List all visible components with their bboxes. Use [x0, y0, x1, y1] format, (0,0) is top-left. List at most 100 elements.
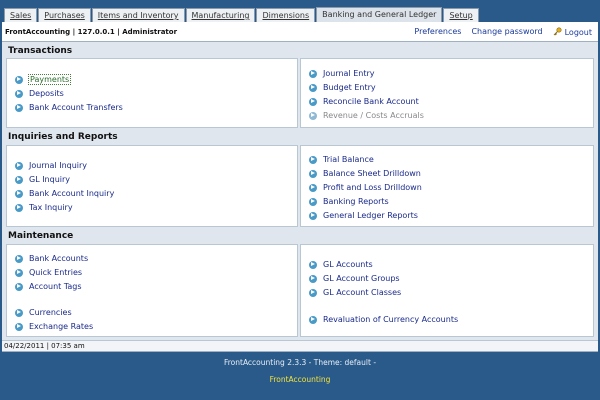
tab-sales[interactable]: Sales	[4, 8, 38, 22]
arrow-icon	[15, 322, 23, 331]
arrow-icon	[309, 288, 317, 297]
menu-item-label: Exchange Rates	[29, 322, 94, 331]
footer-link[interactable]: FrontAccounting	[2, 375, 598, 384]
arrow-icon	[309, 97, 317, 106]
menu-item-label: Profit and Loss Drilldown	[323, 183, 422, 192]
arrow-icon	[309, 274, 317, 283]
logout-label: Logout	[564, 27, 592, 37]
menu-item-label: Revaluation of Currency Accounts	[323, 315, 459, 324]
menu-item-banking-reports[interactable]: Banking Reports	[309, 197, 389, 206]
status-bar: 04/22/2011 | 07:35 am	[2, 340, 598, 352]
arrow-icon	[15, 175, 23, 184]
maintenance-left-panel: Bank Accounts Quick Entries Account Tags…	[6, 244, 298, 337]
menu-item-label: Balance Sheet Drilldown	[323, 169, 421, 178]
menu-item-label: Tax Inquiry	[29, 203, 73, 212]
menu-item-label: Deposits	[29, 89, 64, 98]
menu-item-bank-account-transfers[interactable]: Bank Account Transfers	[15, 103, 123, 112]
company-user-info: FrontAccounting | 127.0.0.1 | Administra…	[5, 27, 178, 36]
transactions-right-panel: Journal Entry Budget Entry Reconcile Ban…	[300, 58, 594, 128]
arrow-icon	[15, 75, 23, 84]
tab-dimensions[interactable]: Dimensions	[256, 8, 316, 22]
section-title-transactions: Transactions	[8, 46, 73, 56]
header-bar: FrontAccounting | 127.0.0.1 | Administra…	[2, 22, 598, 42]
menu-item-label: GL Inquiry	[29, 175, 71, 184]
menu-item-label: Currencies	[29, 308, 72, 317]
menu-item-payments[interactable]: Payments	[15, 74, 72, 85]
menu-item-gl-account-groups[interactable]: GL Account Groups	[309, 274, 400, 283]
menu-item-label: Bank Account Transfers	[29, 103, 123, 112]
menu-item-trial-balance[interactable]: Trial Balance	[309, 155, 374, 164]
footer-version: FrontAccounting 2.3.3 - Theme: default -	[223, 358, 377, 367]
menu-item-label: Account Tags	[29, 282, 82, 291]
tab-items-inventory[interactable]: Items and Inventory	[91, 8, 185, 22]
menu-item-label: Trial Balance	[323, 155, 374, 164]
menu-item-reconcile-bank-account[interactable]: Reconcile Bank Account	[309, 97, 419, 106]
maintenance-right-panel: GL Accounts GL Account Groups GL Account…	[300, 244, 594, 337]
header-links: Preferences Change password Logout	[414, 26, 592, 37]
preferences-link[interactable]: Preferences	[414, 27, 461, 36]
menu-item-gl-account-classes[interactable]: GL Account Classes	[309, 288, 401, 297]
arrow-icon	[309, 83, 317, 92]
arrow-icon	[15, 161, 23, 170]
main-content: Transactions Payments Deposits Bank Acco…	[2, 42, 598, 342]
menu-item-gl-inquiry[interactable]: GL Inquiry	[15, 175, 70, 184]
arrow-icon	[15, 308, 23, 317]
arrow-icon	[309, 260, 317, 269]
menu-item-journal-inquiry[interactable]: Journal Inquiry	[15, 161, 87, 170]
tab-purchases[interactable]: Purchases	[38, 8, 91, 22]
menu-item-bank-accounts[interactable]: Bank Accounts	[15, 254, 88, 263]
arrow-icon	[15, 203, 23, 212]
menu-item-profit-loss-drilldown[interactable]: Profit and Loss Drilldown	[309, 183, 422, 192]
tab-setup[interactable]: Setup	[443, 8, 479, 22]
menu-item-label: Budget Entry	[323, 83, 376, 92]
arrow-icon	[309, 197, 317, 206]
menu-item-general-ledger-reports[interactable]: General Ledger Reports	[309, 211, 418, 220]
app-window: Sales Purchases Items and Inventory Manu…	[2, 2, 598, 398]
menu-item-label: GL Account Groups	[323, 274, 400, 283]
menu-item-gl-accounts[interactable]: GL Accounts	[309, 260, 373, 269]
tab-manufacturing[interactable]: Manufacturing	[185, 8, 256, 22]
menu-item-label: Journal Entry	[323, 69, 375, 78]
arrow-icon	[309, 211, 317, 220]
module-tabs: Sales Purchases Items and Inventory Manu…	[2, 6, 598, 22]
tab-banking-gl[interactable]: Banking and General Ledger	[316, 7, 443, 22]
arrow-icon	[309, 169, 317, 178]
menu-item-label: Journal Inquiry	[29, 161, 88, 170]
menu-item-tax-inquiry[interactable]: Tax Inquiry	[15, 203, 73, 212]
menu-item-exchange-rates[interactable]: Exchange Rates	[15, 322, 93, 331]
menu-item-balance-sheet-drilldown[interactable]: Balance Sheet Drilldown	[309, 169, 421, 178]
menu-item-revenue-costs-accruals: Revenue / Costs Accruals	[309, 111, 424, 120]
change-password-link[interactable]: Change password	[471, 27, 542, 36]
arrow-icon	[15, 282, 23, 291]
menu-item-budget-entry[interactable]: Budget Entry	[309, 83, 376, 92]
menu-item-journal-entry[interactable]: Journal Entry	[309, 69, 375, 78]
menu-item-label: General Ledger Reports	[323, 211, 418, 220]
arrow-icon	[309, 69, 317, 78]
menu-item-label: Revenue / Costs Accruals	[323, 111, 424, 120]
menu-item-bank-account-inquiry[interactable]: Bank Account Inquiry	[15, 189, 114, 198]
arrow-icon	[15, 103, 23, 112]
menu-item-label: Reconcile Bank Account	[323, 97, 419, 106]
logout-link[interactable]: Logout	[553, 26, 592, 37]
menu-item-account-tags[interactable]: Account Tags	[15, 282, 82, 291]
arrow-icon	[309, 315, 317, 324]
arrow-icon	[309, 155, 317, 164]
arrow-icon	[15, 254, 23, 263]
inquiries-left-panel: Journal Inquiry GL Inquiry Bank Account …	[6, 145, 298, 227]
menu-item-label: GL Account Classes	[323, 288, 402, 297]
menu-item-label: Bank Account Inquiry	[29, 189, 115, 198]
arrow-icon	[309, 183, 317, 192]
menu-item-revaluation-currency-accounts[interactable]: Revaluation of Currency Accounts	[309, 315, 458, 324]
key-icon	[553, 26, 562, 36]
section-title-inquiries: Inquiries and Reports	[8, 132, 118, 142]
menu-item-label: Bank Accounts	[29, 254, 89, 263]
menu-item-quick-entries[interactable]: Quick Entries	[15, 268, 82, 277]
menu-item-label: GL Accounts	[323, 260, 373, 269]
arrow-icon	[309, 111, 317, 120]
arrow-icon	[15, 89, 23, 98]
menu-item-deposits[interactable]: Deposits	[15, 89, 64, 98]
menu-item-label: Banking Reports	[323, 197, 389, 206]
section-title-maintenance: Maintenance	[8, 231, 74, 241]
menu-item-currencies[interactable]: Currencies	[15, 308, 72, 317]
menu-item-label: Payments	[27, 74, 72, 85]
